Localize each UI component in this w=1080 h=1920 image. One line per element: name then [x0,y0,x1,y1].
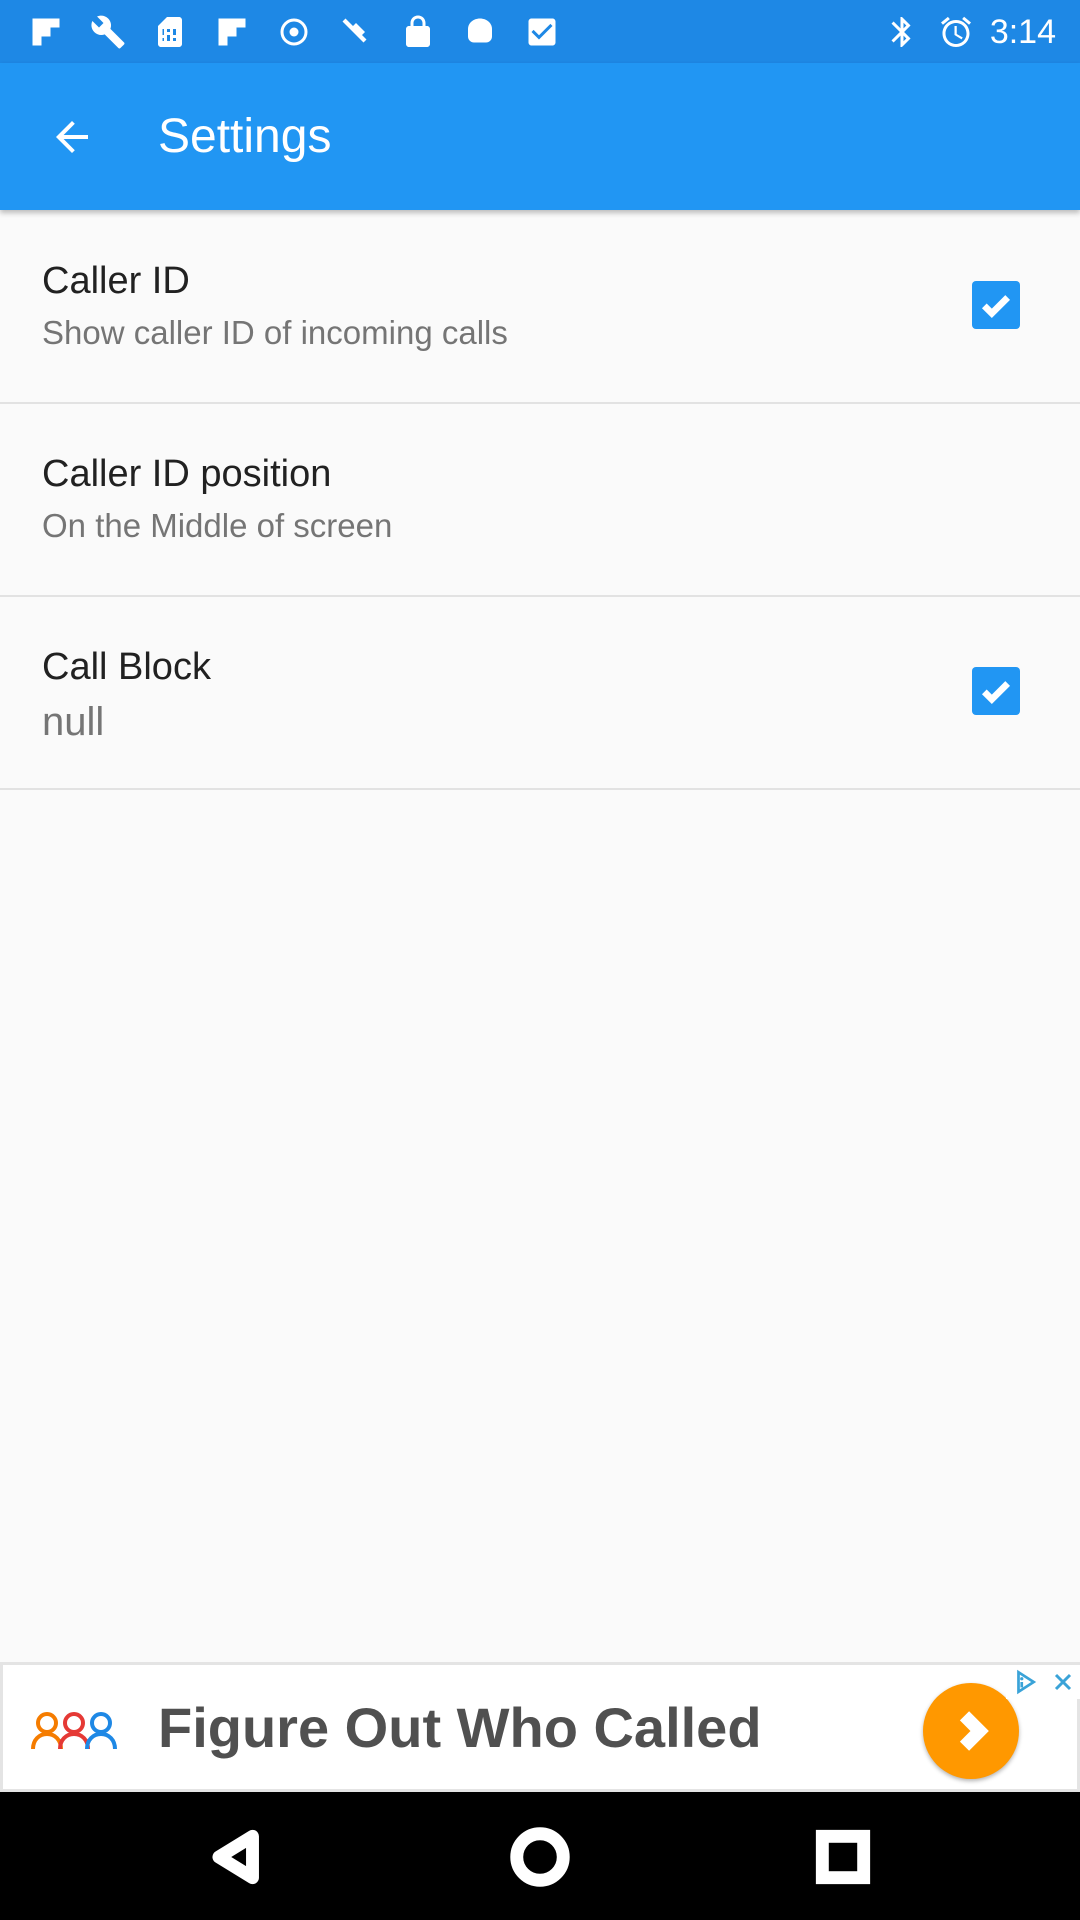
close-icon [1054,1673,1072,1691]
chevron-right-icon [959,1711,989,1751]
pref-summary: null [42,700,105,744]
clock-time: 3:14 [989,13,1056,51]
ad-banner[interactable]: Figure Out Who Called [0,1662,1080,1792]
page-title: Settings [158,110,332,163]
home-nav-icon [510,1827,570,1887]
bluetooth-icon [882,12,922,52]
pref-caller-id[interactable]: Caller ID Show caller ID of incoming cal… [0,210,1080,404]
call-block-checkbox[interactable] [972,667,1020,715]
flipboard-icon [212,12,252,52]
ad-headline: Figure Out Who Called [158,1696,762,1759]
pref-summary: On the Middle of screen [42,507,393,544]
pref-title: Caller ID [42,260,190,302]
caller-id-checkbox[interactable] [972,281,1020,329]
wrench-icon [88,12,128,52]
ad-arrow-button[interactable] [923,1683,1019,1779]
check-icon [981,295,1011,319]
ad-close-button[interactable] [1046,1665,1080,1699]
check-icon [981,681,1011,705]
arrow-back-icon [56,121,88,153]
pref-call-block[interactable]: Call Block null [0,596,1080,790]
app-bar: Settings [0,63,1080,210]
satellite-icon [336,12,376,52]
recents-nav-icon [815,1829,871,1885]
navigation-bar [0,1792,1080,1920]
people-logo-icon [31,1712,117,1750]
nav-home-button[interactable] [505,1822,575,1892]
pref-caller-id-position[interactable]: Caller ID position On the Middle of scre… [0,403,1080,597]
alarm-icon [936,12,976,52]
nav-recents-button[interactable] [808,1822,878,1892]
pref-title: Caller ID position [42,453,332,495]
flipboard-icon [26,12,66,52]
pref-title: Call Block [42,646,211,688]
nav-back-button[interactable] [202,1822,272,1892]
adchoices-icon [1016,1669,1036,1695]
checkbox-notification-icon [522,12,562,52]
system-icons: 3:14 [882,12,1056,52]
android-icon [460,12,500,52]
back-nav-icon [212,1829,259,1885]
lock-icon [398,12,438,52]
pref-summary: Show caller ID of incoming calls [42,314,508,351]
adchoices-button[interactable] [1006,1665,1043,1699]
status-bar: 3:14 [0,0,1080,63]
sim-card-icon [150,12,190,52]
notification-icons [26,12,562,52]
settings-dot-icon [274,12,314,52]
back-button[interactable] [36,101,108,173]
